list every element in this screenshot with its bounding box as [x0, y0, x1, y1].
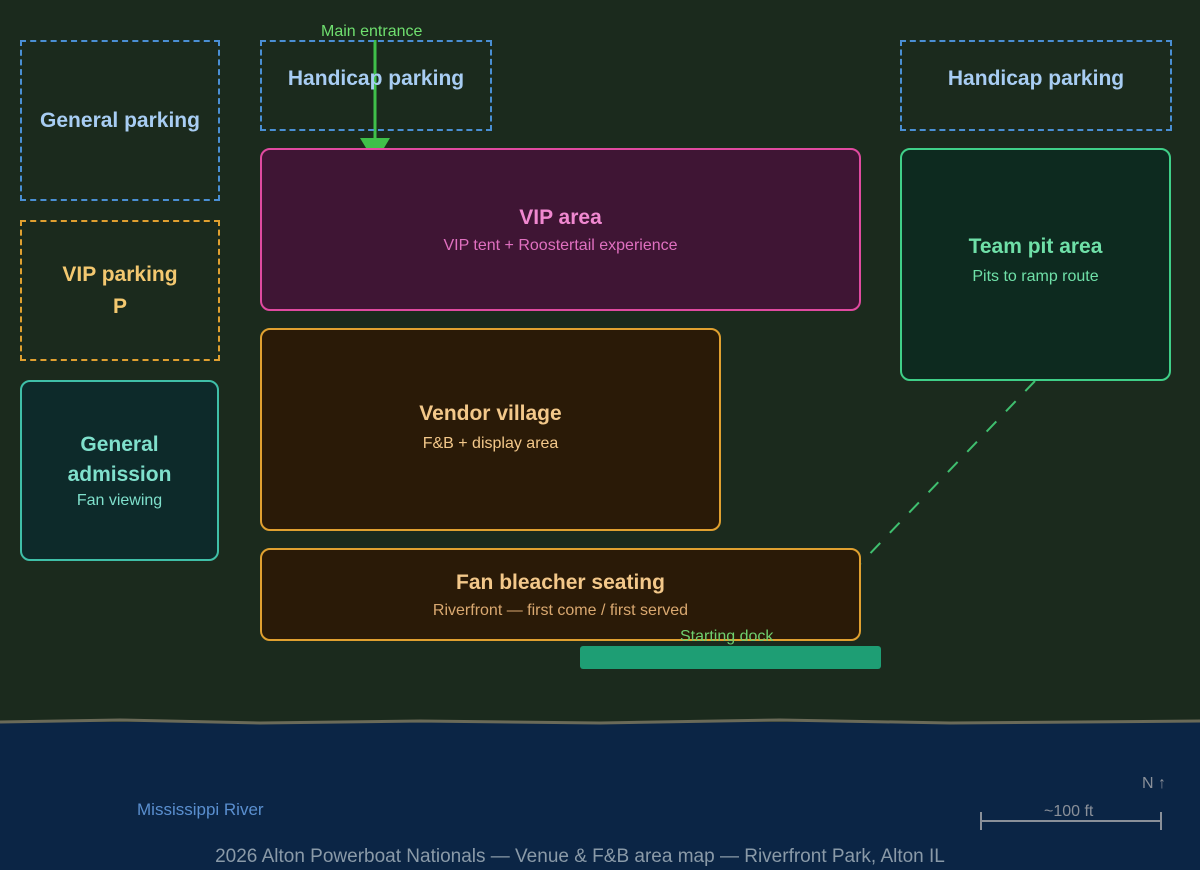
fan-bleacher-seating-title: Fan bleacher seating: [456, 570, 665, 594]
vip-area-title: VIP area: [519, 205, 602, 229]
river-label: Mississippi River: [137, 800, 264, 819]
handicap-parking-left-zone: Handicap parking: [260, 40, 492, 131]
starting-dock-label: Starting dock: [680, 628, 774, 645]
handicap-parking-right-title: Handicap parking: [947, 66, 1125, 90]
vip-parking-symbol: P: [112, 294, 127, 318]
vip-area-subtitle: VIP tent + Roostertail experience: [443, 236, 678, 254]
team-pit-area-zone: Team pit area Pits to ramp route: [900, 148, 1171, 381]
vip-parking-zone: VIP parking P: [20, 220, 220, 361]
vendor-village-subtitle: F&B + display area: [422, 434, 559, 452]
team-pit-area-title: Team pit area: [968, 234, 1103, 258]
vip-area-zone: VIP area VIP tent + Roostertail experien…: [260, 148, 861, 311]
general-admission-title: General admission: [67, 432, 172, 486]
team-pit-area-subtitle: Pits to ramp route: [972, 267, 1099, 285]
venue-map: General parking Handicap parking Handica…: [0, 0, 1200, 870]
vendor-village-zone: Vendor village F&B + display area: [260, 328, 721, 531]
north-indicator: N ↑: [1142, 775, 1166, 792]
general-admission-subtitle: Fan viewing: [76, 491, 163, 509]
map-title: 2026 Alton Powerboat Nationals — Venue &…: [215, 846, 945, 867]
vip-parking-title: VIP parking: [62, 262, 178, 286]
starting-dock: [580, 646, 881, 669]
general-admission-zone: General admission Fan viewing: [20, 380, 219, 561]
handicap-parking-right-zone: Handicap parking: [900, 40, 1172, 131]
scale-label: ~100 ft: [1044, 803, 1094, 820]
general-parking-title: General parking: [40, 108, 200, 132]
handicap-parking-left-title: Handicap parking: [287, 66, 465, 90]
vendor-village-title: Vendor village: [419, 401, 562, 425]
general-parking-zone: General parking: [20, 40, 220, 201]
main-entrance-label: Main entrance: [321, 23, 423, 40]
fan-bleacher-seating-subtitle: Riverfront — first come / first served: [432, 601, 689, 619]
